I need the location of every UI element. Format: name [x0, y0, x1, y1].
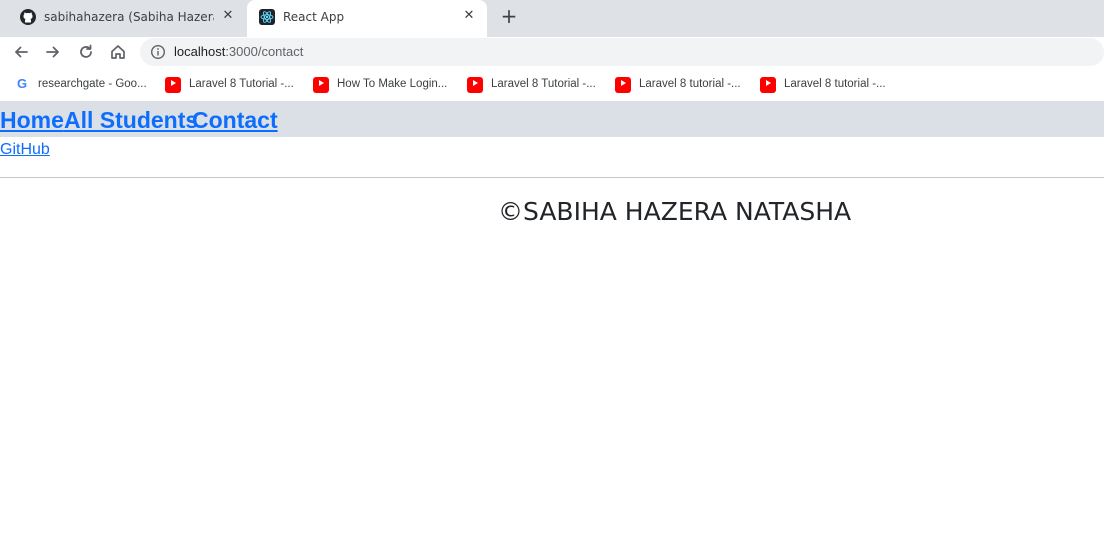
site-navbar: Home All Students Contact [0, 102, 1104, 137]
youtube-icon [313, 77, 329, 93]
bookmark-label: Laravel 8 Tutorial -... [189, 78, 294, 90]
url-path: :3000/contact [225, 44, 304, 59]
youtube-icon [165, 77, 181, 93]
bookmark-item[interactable]: Laravel 8 Tutorial -... [467, 76, 596, 93]
new-tab-button[interactable]: + [499, 6, 519, 26]
browser-toolbar: localhost:3000/contact [0, 37, 1104, 67]
bookmark-label: Laravel 8 tutorial -... [784, 78, 886, 90]
bookmark-item[interactable]: G researchgate - Goo... [14, 76, 147, 92]
tab-title: React App [283, 10, 345, 24]
copyright-text: ©SABIHA HAZERA NATASHA [498, 197, 852, 226]
bookmark-label: Laravel 8 tutorial -... [639, 78, 741, 90]
nav-link-home[interactable]: Home [0, 107, 64, 133]
bookmark-label: researchgate - Goo... [38, 78, 147, 90]
youtube-icon [467, 77, 483, 93]
bookmark-item[interactable]: Laravel 8 Tutorial -... [165, 76, 294, 93]
bookmark-item[interactable]: How To Make Login... [313, 76, 448, 93]
url-text: localhost:3000/contact [174, 44, 303, 60]
url-host: localhost [174, 44, 226, 59]
reload-icon [80, 44, 92, 58]
bookmark-item[interactable]: Laravel 8 tutorial -... [760, 76, 886, 93]
arrow-left-icon [15, 46, 28, 58]
bookmark-label: How To Make Login... [337, 78, 448, 90]
address-bar[interactable]: localhost:3000/contact [140, 38, 1104, 66]
back-button[interactable] [10, 41, 32, 63]
reload-button[interactable] [75, 41, 97, 63]
bookmark-label: Laravel 8 Tutorial -... [491, 78, 596, 90]
bookmark-item[interactable]: Laravel 8 tutorial -... [615, 76, 741, 93]
react-icon [259, 9, 275, 25]
arrow-right-icon [46, 46, 59, 58]
bookmarks-bar: G researchgate - Goo... Laravel 8 Tutori… [0, 67, 1104, 102]
home-button[interactable] [107, 41, 129, 63]
github-icon [20, 9, 36, 25]
nav-link-contact[interactable]: Contact [192, 107, 278, 133]
github-link[interactable]: GitHub [0, 140, 50, 160]
close-tab-icon[interactable]: ✕ [461, 8, 477, 24]
google-icon: G [16, 76, 28, 91]
forward-button[interactable] [42, 41, 64, 63]
tab-strip: sabihahazera (Sabiha Hazera ) ✕ React Ap… [0, 0, 1104, 37]
divider [0, 177, 1104, 178]
close-tab-icon[interactable]: ✕ [220, 8, 236, 24]
youtube-icon [760, 77, 776, 93]
youtube-icon [615, 77, 631, 93]
nav-link-all-students[interactable]: All Students [64, 107, 198, 133]
home-icon [111, 45, 125, 59]
info-icon[interactable] [150, 44, 166, 60]
tab-github[interactable]: sabihahazera (Sabiha Hazera ) ✕ [8, 0, 246, 34]
tab-title: sabihahazera (Sabiha Hazera ) [44, 10, 214, 24]
tab-react-app[interactable]: React App ✕ [247, 0, 487, 37]
